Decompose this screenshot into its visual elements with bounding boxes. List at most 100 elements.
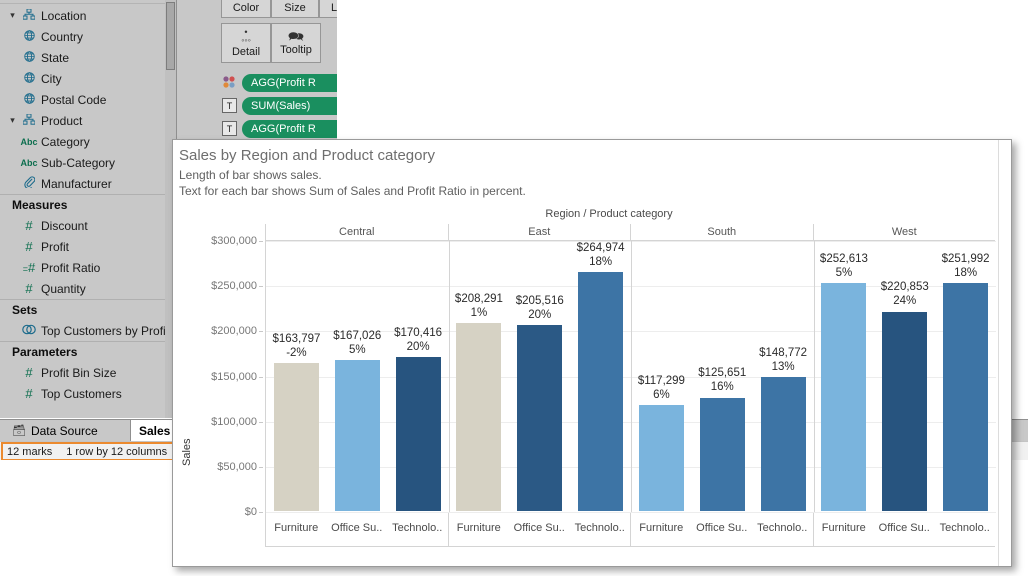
x-axis-label[interactable]: Office Su.. [874, 513, 935, 547]
pill-agg-profit-ratio-color[interactable]: AGG(Profit R [242, 74, 337, 92]
data-field-tree[interactable]: ▾ Location Country State City Postal Code ▾ Pro… [0, 5, 169, 404]
bar-central-office-supplies[interactable] [334, 360, 380, 511]
x-axis-group-east: Furniture Office Su.. Technolo.. [447, 513, 631, 547]
marks-button-size[interactable]: Size [271, 0, 319, 18]
bar-ratio-label: 18% [589, 255, 613, 268]
bar-west-technology[interactable] [943, 283, 989, 511]
data-pane[interactable]: ▾ Location Country State City Postal Code ▾ Pro… [0, 0, 177, 418]
data-field-label: Country [41, 29, 84, 44]
chevron-down-icon[interactable]: ▾ [6, 115, 19, 126]
y-axis-tick-label: $300,000 [211, 235, 257, 247]
data-pane-group-product[interactable]: ▾ Product [0, 110, 165, 131]
abc-icon: Abc [20, 157, 38, 168]
marks-button-detail[interactable]: • ◦◦◦ Detail [221, 23, 271, 63]
marks-button-tooltip[interactable]: 🗪 Tooltip [271, 23, 321, 63]
viz-window[interactable]: Sales by Region and Product category Len… [172, 139, 1012, 567]
tooltip-icon: 🗪 [287, 29, 305, 44]
y-axis-tick-mark [259, 286, 263, 288]
globe-icon [19, 92, 39, 107]
data-field-top-customers-by-profit[interactable]: Top Customers by Profit [0, 320, 169, 341]
data-field-profit-ratio[interactable]: =# Profit Ratio [0, 257, 165, 278]
marks-button-detail-label: Detail [231, 46, 261, 58]
x-axis-group-central: Furniture Office Su.. Technolo.. [265, 513, 448, 547]
viz-subtitle-line1: Length of bar shows sales. [179, 168, 322, 182]
bar-south-furniture[interactable] [638, 405, 684, 511]
x-axis-label[interactable]: Technolo.. [387, 513, 448, 547]
region-header-west[interactable]: West [812, 224, 996, 240]
x-axis-label[interactable]: Office Su.. [327, 513, 388, 547]
marks-button-label[interactable]: L [319, 0, 337, 18]
data-field-city[interactable]: City [0, 68, 165, 89]
data-field-sub-category[interactable]: Abc Sub-Category [0, 152, 165, 173]
number-icon: # [25, 239, 33, 254]
marks-button-label-label: L [330, 2, 337, 14]
region-header-band: Central East South West [265, 224, 995, 241]
data-field-profit-bin-size[interactable]: # Profit Bin Size [0, 362, 165, 383]
y-axis-tick-label: $100,000 [211, 415, 257, 428]
pill-label: AGG(Profit R [251, 77, 316, 89]
viz-title: Sales by Region and Product category [179, 147, 435, 164]
data-field-label: Top Customers [41, 386, 122, 401]
marks-card[interactable]: Color Size L • ◦◦◦ Detail 🗪 Tooltip AGG(P… [177, 0, 337, 140]
data-pane-group-location[interactable]: ▾ Location [0, 5, 165, 26]
data-field-label: City [41, 71, 62, 86]
data-field-top-customers[interactable]: # Top Customers [0, 383, 165, 404]
data-field-label: State [41, 50, 70, 65]
data-field-country[interactable]: Country [0, 26, 165, 47]
x-axis-group-south: Furniture Office Su.. Technolo.. [630, 513, 813, 547]
data-field-category[interactable]: Abc Category [0, 131, 165, 152]
calculated-number-icon: =# [22, 260, 36, 275]
data-field-manufacturer[interactable]: Manufacturer [0, 173, 165, 194]
x-axis-label[interactable]: Technolo.. [752, 513, 813, 547]
x-axis-label[interactable]: Furniture [631, 513, 692, 547]
bar-central-furniture[interactable] [273, 363, 319, 511]
viz-vertical-scrollbar[interactable] [998, 140, 1011, 566]
tab-data-source-label: Data Source [30, 423, 98, 438]
tab-data-source[interactable]: 🗃 Data Source [4, 420, 104, 441]
bar-ratio-label: 24% [893, 295, 917, 308]
data-field-label: Profit [41, 239, 70, 254]
globe-icon [19, 29, 39, 44]
bar-west-office-supplies[interactable] [882, 311, 928, 511]
pill-sum-sales-text[interactable]: SUM(Sales) [242, 97, 337, 115]
region-header-east[interactable]: East [447, 224, 631, 240]
x-axis-label[interactable]: Office Su.. [509, 513, 570, 547]
pill-agg-profit-ratio-text[interactable]: AGG(Profit R [242, 120, 337, 138]
data-field-quantity[interactable]: # Quantity [0, 278, 165, 299]
x-axis-label[interactable]: Furniture [814, 513, 875, 547]
plot-area[interactable]: $163,797 -2% $167,026 5% $170,416 20% $208,291… [265, 241, 996, 513]
y-axis-tick-mark [259, 376, 263, 378]
bar-label: $264,974 18% [555, 241, 647, 269]
data-field-label: Quantity [41, 281, 86, 296]
bar-east-office-supplies[interactable] [517, 325, 563, 511]
bar-south-technology[interactable] [760, 376, 806, 511]
region-header-central[interactable]: Central [265, 224, 448, 240]
marks-button-color[interactable]: Color [221, 0, 271, 18]
bar-south-office-supplies[interactable] [699, 397, 745, 511]
region-header-south[interactable]: South [630, 224, 813, 240]
x-axis-label[interactable]: Furniture [449, 513, 510, 547]
x-axis-label[interactable]: Technolo.. [570, 513, 631, 547]
chevron-down-icon[interactable]: ▾ [6, 10, 19, 21]
data-field-state[interactable]: State [0, 47, 165, 68]
bar-value-label: $252,613 [819, 252, 868, 265]
marks-button-tooltip-label: Tooltip [280, 44, 312, 56]
bar-ratio-label: 1% [470, 306, 488, 319]
x-axis-label[interactable]: Furniture [266, 513, 327, 547]
bar-value-label: $251,992 [941, 253, 990, 266]
data-field-profit[interactable]: # Profit [0, 236, 165, 257]
data-pane-section-parameters: Parameters [0, 341, 165, 362]
data-pane-scrollbar-thumb[interactable] [166, 2, 175, 70]
bar-central-technology[interactable] [395, 357, 441, 511]
x-axis-label[interactable]: Technolo.. [935, 513, 996, 547]
x-axis-label[interactable]: Office Su.. [692, 513, 753, 547]
data-field-label: Profit Ratio [41, 260, 101, 275]
bar-east-furniture[interactable] [456, 322, 502, 511]
x-axis-group-west: Furniture Office Su.. Technolo.. [812, 513, 996, 547]
bar-west-furniture[interactable] [821, 282, 867, 511]
data-field-postal-code[interactable]: Postal Code [0, 89, 165, 110]
data-field-discount[interactable]: # Discount [0, 215, 165, 236]
bar-ratio-label: 5% [835, 266, 853, 279]
text-icon: T [222, 121, 237, 136]
bar-value-label: $170,416 [394, 327, 443, 340]
